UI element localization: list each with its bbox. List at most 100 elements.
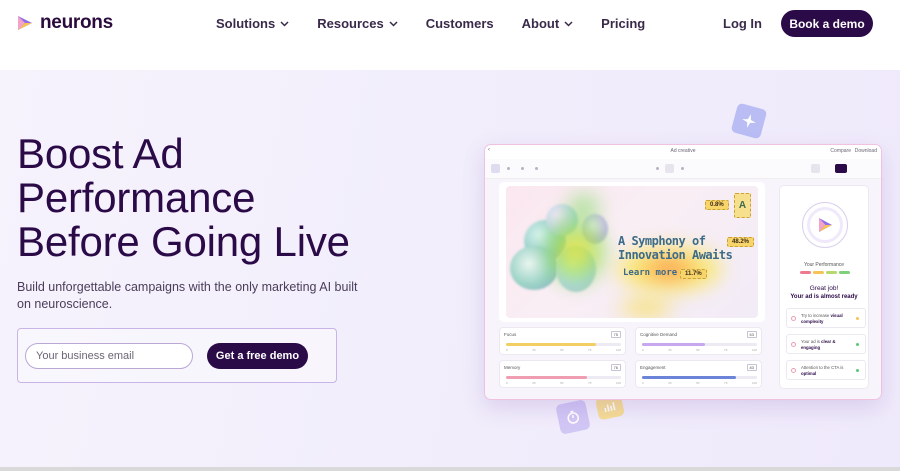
mockup-toolbar	[485, 159, 881, 179]
email-input[interactable]	[25, 343, 193, 369]
menu-item-label: Solutions	[216, 16, 276, 31]
logo-text: neurons	[40, 12, 113, 33]
login-link[interactable]: Log In	[723, 16, 762, 31]
toolbar-icon	[656, 167, 659, 170]
tick-label: 100	[751, 348, 757, 352]
metric-fill	[642, 376, 737, 379]
attention-badge: 11.7%	[680, 269, 707, 279]
headline-line: Boost Ad	[17, 130, 184, 177]
insight-text: Attention to the CTA is optimal	[801, 365, 855, 376]
metric-ticks: 0 25 50 75 100	[642, 381, 757, 385]
chevron-down-icon	[389, 20, 398, 27]
menu-item-solutions[interactable]: Solutions	[216, 16, 289, 31]
attention-badge: 0.8%	[705, 200, 729, 210]
mockup-title: Ad creative	[670, 148, 696, 154]
menu-item-pricing[interactable]: Pricing	[601, 16, 645, 31]
book-demo-button[interactable]: Book a demo	[781, 10, 873, 37]
scale-segment	[813, 271, 824, 274]
chevron-down-icon	[564, 20, 573, 27]
tick-label: 100	[615, 348, 621, 352]
metric-card-focus: Focus 75 0 25 50 75 100	[499, 327, 626, 355]
insight-icon	[791, 368, 796, 373]
top-nav: neurons Solutions Resources Customers Ab…	[0, 0, 900, 46]
toolbar-icon	[665, 164, 674, 173]
tick-label: 0	[642, 381, 644, 385]
metric-ticks: 0 25 50 75 100	[506, 348, 621, 352]
menu-item-label: Customers	[425, 16, 494, 31]
ad-logo: A	[734, 193, 751, 218]
chevron-down-icon	[280, 20, 289, 27]
tick-label: 75	[588, 348, 592, 352]
scale-segment	[800, 271, 811, 274]
status-dot	[856, 317, 859, 320]
scale-segment	[839, 271, 850, 274]
scale-segment	[826, 271, 837, 274]
toolbar-icon	[521, 167, 524, 170]
tick-label: 25	[532, 348, 536, 352]
metric-value: 75	[610, 331, 621, 338]
status-dot	[856, 369, 859, 372]
main-menu: Solutions Resources Customers About Pric…	[216, 16, 673, 31]
tick-label: 25	[668, 381, 672, 385]
metric-card-engagement: Engagement 83 0 25 50 75 100	[635, 360, 762, 388]
insight-prefix: Try to increase	[801, 313, 830, 318]
heatmap-overlay	[616, 296, 676, 318]
tick-label: 50	[696, 348, 700, 352]
headline-line: Performance	[17, 174, 256, 221]
toolbar-icon	[507, 167, 510, 170]
metric-value: 83	[746, 364, 757, 371]
tick-label: 75	[724, 381, 728, 385]
metric-fill	[506, 343, 596, 346]
insight-icon	[791, 316, 796, 321]
performance-ring-inner	[807, 207, 843, 243]
menu-item-label: Pricing	[601, 16, 646, 31]
insight-icon	[791, 342, 796, 347]
metric-bar	[506, 343, 621, 346]
metric-label: Focus	[504, 332, 517, 337]
neurons-logo-icon	[819, 218, 832, 232]
metric-value: 63	[746, 331, 757, 338]
menu-item-customers[interactable]: Customers	[426, 16, 494, 31]
performance-panel: Your Performance Great job! Your ad is a…	[779, 185, 869, 389]
mockup-titlebar: ‹ Ad creative Compare Download	[485, 145, 881, 159]
tick-label: 0	[642, 348, 644, 352]
insight-prefix: Attention to the CTA is	[801, 365, 844, 370]
tick-label: 0	[506, 348, 508, 352]
metric-label: Cognitive Demand	[640, 332, 678, 337]
headline-line: Before Going Live	[17, 218, 350, 265]
get-free-demo-button[interactable]: Get a free demo	[207, 343, 308, 369]
tick-label: 50	[560, 381, 564, 385]
product-mockup: ‹ Ad creative Compare Download A Symphon…	[484, 144, 882, 400]
toolbar-icon	[681, 167, 684, 170]
toolbar-icon	[491, 164, 500, 173]
attention-badge: 48.2%	[727, 237, 755, 247]
toolbar-icon	[535, 167, 538, 170]
hero-headline: Boost Ad Performance Before Going Live	[17, 132, 397, 264]
performance-status: Your ad is almost ready	[790, 294, 858, 300]
play-icon	[811, 164, 820, 173]
hero-subheadline: Build unforgettable campaigns with the o…	[17, 280, 358, 311]
divider	[0, 467, 900, 471]
tick-label: 100	[751, 381, 757, 385]
menu-item-about[interactable]: About	[522, 16, 574, 31]
menu-item-label: About	[521, 16, 560, 31]
insight-text: Your ad is clear & engaging	[801, 339, 855, 350]
status-dot	[856, 343, 859, 346]
menu-item-resources[interactable]: Resources	[317, 16, 398, 31]
insight-emphasis: optimal	[801, 370, 817, 376]
menu-item-label: Resources	[317, 16, 384, 31]
ad-cta-text: Learn more	[623, 268, 678, 278]
tick-label: 50	[560, 348, 564, 352]
ad-headline-line: Innovation Awaits	[618, 248, 733, 262]
toggle-icon	[835, 164, 847, 173]
performance-label: Your Performance	[803, 262, 845, 268]
tick-label: 100	[615, 381, 621, 385]
metric-ticks: 0 25 50 75 100	[506, 381, 621, 385]
insight-card: Attention to the CTA is optimal	[786, 360, 866, 380]
compare-label: Compare	[830, 148, 851, 154]
logo[interactable]: neurons	[16, 12, 113, 34]
tick-label: 25	[532, 381, 536, 385]
metric-label: Memory	[504, 365, 521, 370]
insight-card: Try to increase visual complexity	[786, 308, 866, 328]
tick-label: 75	[724, 348, 728, 352]
